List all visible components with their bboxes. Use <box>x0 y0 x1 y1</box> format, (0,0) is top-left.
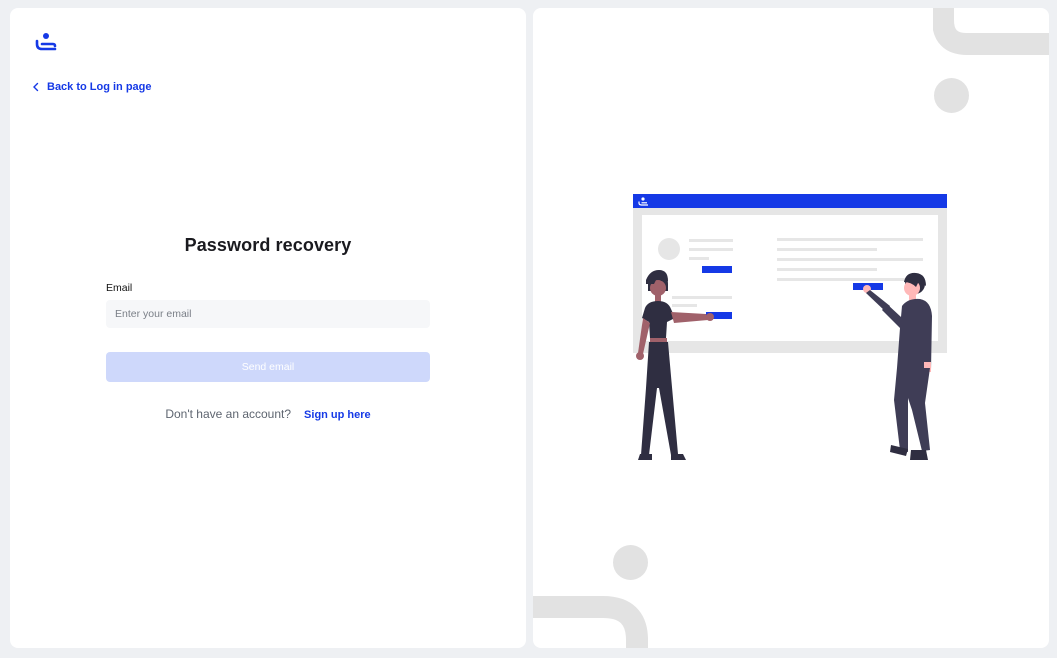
sign-up-link[interactable]: Sign up here <box>304 409 371 421</box>
person-at-desk-logo-icon <box>35 33 57 51</box>
back-link-label: Back to Log in page <box>47 81 152 93</box>
send-email-button[interactable]: Send email <box>106 352 430 382</box>
password-recovery-form: Password recovery Email Send email Don't… <box>106 235 430 421</box>
illustration-panel <box>533 8 1049 648</box>
decorative-circle-bottom-icon <box>613 545 648 580</box>
chevron-left-icon <box>33 82 39 92</box>
decorative-circle-top-icon <box>934 78 969 113</box>
decorative-arc-bottom-icon <box>533 596 648 648</box>
page: Back to Log in page Password recovery Em… <box>0 0 1057 658</box>
team-collaboration-illustration <box>633 194 947 460</box>
page-title: Password recovery <box>184 235 352 255</box>
back-to-login-link[interactable]: Back to Log in page <box>31 81 152 93</box>
decorative-arc-top-icon <box>933 8 1049 55</box>
email-field[interactable] <box>106 300 430 328</box>
signup-prompt: Don't have an account? <box>165 407 292 421</box>
signup-row: Don't have an account? Sign up here <box>106 407 430 421</box>
form-panel: Back to Log in page Password recovery Em… <box>10 8 526 648</box>
email-label: Email <box>106 282 133 294</box>
